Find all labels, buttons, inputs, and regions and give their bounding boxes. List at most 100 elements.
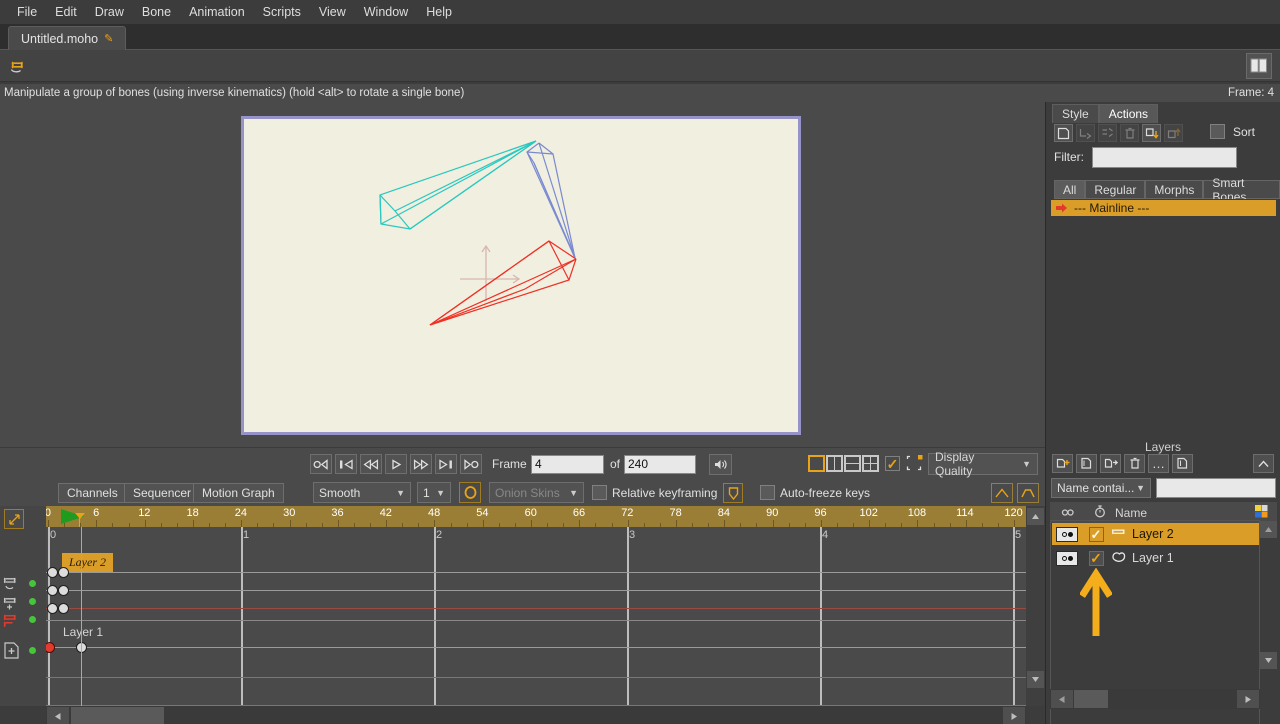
scroll-up-button[interactable]	[1027, 508, 1044, 525]
layer-enable-checkbox[interactable]: ✓	[1088, 550, 1104, 566]
track-label-layer1[interactable]: Layer 1	[63, 625, 103, 639]
list-item-mainline[interactable]: --- Mainline ---	[1051, 200, 1276, 216]
keyframe-marker[interactable]	[47, 603, 58, 614]
layer-settings-icon[interactable]	[1172, 454, 1193, 473]
layer-row-layer1[interactable]: ✓ Layer 1	[1052, 547, 1259, 569]
previous-keyframe-button[interactable]	[335, 454, 357, 474]
layers-hscrollbar[interactable]	[1050, 689, 1260, 709]
triangle-ease-icon[interactable]	[991, 483, 1013, 503]
onion-skins-dropdown[interactable]: Onion Skins ▼	[489, 482, 584, 503]
layer-search-mode-dropdown[interactable]: Name contai... ▼	[1051, 478, 1151, 498]
sort-checkbox[interactable]	[1210, 124, 1225, 139]
scroll-left-button[interactable]	[47, 707, 69, 724]
show-view-checkbox[interactable]: ✓	[885, 456, 900, 471]
copy-frame-up-icon[interactable]	[1164, 124, 1183, 142]
trapezoid-ease-icon[interactable]	[1017, 483, 1039, 503]
layer-visibility-toggle[interactable]	[1056, 550, 1078, 566]
menu-file[interactable]: File	[8, 1, 46, 23]
menu-scripts[interactable]: Scripts	[254, 1, 310, 23]
layers-scroll-down-button[interactable]	[1260, 652, 1277, 669]
bone-red-icon[interactable]	[2, 612, 22, 635]
eye-icon[interactable]	[1050, 506, 1085, 520]
scroll-right-button[interactable]	[1003, 707, 1025, 724]
canvas-viewport[interactable]	[0, 102, 1045, 447]
speaker-icon[interactable]	[709, 453, 732, 475]
scroll-down-button[interactable]	[1027, 671, 1044, 688]
interpolation-dropdown[interactable]: Smooth ▼	[313, 482, 411, 503]
relative-keyframing-checkbox[interactable]	[592, 485, 607, 500]
layer-enable-checkbox[interactable]: ✓	[1088, 526, 1104, 542]
shield-icon[interactable]	[723, 483, 743, 503]
timeline-playhead[interactable]	[81, 527, 82, 706]
insert-action-icon[interactable]	[1098, 124, 1117, 142]
cycle-icon[interactable]	[459, 482, 481, 503]
more-options-icon[interactable]: …	[1148, 454, 1169, 473]
filter-input[interactable]	[1092, 147, 1237, 168]
copy-frame-down-icon[interactable]	[1142, 124, 1161, 142]
track-label-layer2[interactable]: Layer 2	[62, 553, 113, 572]
tab-sequencer[interactable]: Sequencer	[124, 483, 201, 503]
go-to-end-button[interactable]	[460, 454, 482, 474]
tab-style[interactable]: Style	[1052, 104, 1099, 123]
menu-window[interactable]: Window	[355, 1, 417, 23]
step-forward-button[interactable]	[410, 454, 432, 474]
new-layer-icon[interactable]	[1052, 454, 1073, 473]
category-morphs[interactable]: Morphs	[1145, 180, 1204, 199]
layer-transform-icon[interactable]	[3, 641, 21, 664]
layers-scroll-up-button[interactable]	[1260, 521, 1277, 538]
interp-value-dropdown[interactable]: 1 ▼	[417, 482, 451, 503]
menu-animation[interactable]: Animation	[180, 1, 254, 23]
menu-view[interactable]: View	[310, 1, 355, 23]
channel-enable-dot[interactable]	[29, 616, 36, 623]
delete-action-icon[interactable]	[1120, 124, 1139, 142]
layer-row-layer2[interactable]: ✓ Layer 2	[1052, 523, 1259, 545]
keyframe-marker-red[interactable]	[46, 642, 55, 653]
timeline-ruler[interactable]: 0 6 12 18 24 30 36 42 48 54 60 66 72 78 84 90 96 102 108 11…	[46, 506, 1026, 527]
scroll-thumb[interactable]	[71, 707, 164, 724]
channel-enable-dot[interactable]	[29, 647, 36, 654]
chevron-up-icon[interactable]	[1253, 454, 1274, 473]
tab-untitled-moho[interactable]: Untitled.moho ✎	[8, 26, 127, 50]
keyframe-marker[interactable]	[58, 585, 69, 596]
new-group-layer-icon[interactable]	[1100, 454, 1121, 473]
tab-channels[interactable]: Channels	[58, 483, 127, 503]
auto-freeze-keys-checkbox[interactable]	[760, 485, 775, 500]
view-layout-single[interactable]	[808, 455, 825, 472]
project-canvas[interactable]	[241, 116, 801, 435]
bounding-box-icon[interactable]	[906, 455, 923, 475]
reference-book-icon[interactable]	[1246, 53, 1272, 79]
rewind-to-start-button[interactable]	[310, 454, 332, 474]
scroll-left-button[interactable]	[1051, 690, 1073, 708]
menu-bone[interactable]: Bone	[133, 1, 180, 23]
channel-enable-dot[interactable]	[29, 598, 36, 605]
manipulate-bones-icon[interactable]	[6, 53, 32, 79]
delete-layer-icon[interactable]	[1124, 454, 1145, 473]
total-frames-input[interactable]: 240	[624, 454, 696, 474]
tab-motion-graph[interactable]: Motion Graph	[193, 483, 284, 503]
menu-draw[interactable]: Draw	[86, 1, 133, 23]
category-regular[interactable]: Regular	[1085, 180, 1146, 199]
keyframe-marker[interactable]	[58, 603, 69, 614]
layer-visibility-toggle[interactable]	[1056, 526, 1078, 542]
frame-input[interactable]: 4	[531, 454, 604, 474]
display-quality-dropdown[interactable]: Display Quality ▼	[928, 450, 1038, 478]
view-layout-two-pane[interactable]	[826, 455, 843, 472]
timeline-hscrollbar[interactable]	[46, 706, 1026, 724]
stopwatch-icon[interactable]	[1085, 504, 1115, 521]
scroll-right-button[interactable]	[1237, 690, 1259, 708]
view-layout-quad[interactable]	[862, 455, 879, 472]
category-smart-bones[interactable]: Smart Bones	[1203, 176, 1280, 204]
tab-actions[interactable]: Actions	[1098, 104, 1159, 123]
expand-arrows-icon[interactable]	[4, 509, 24, 529]
menu-help[interactable]: Help	[417, 1, 461, 23]
next-keyframe-button[interactable]	[435, 454, 457, 474]
view-layout-stacked[interactable]	[844, 455, 861, 472]
color-swatch-icon[interactable]	[1255, 504, 1277, 521]
playhead-handle[interactable]	[74, 512, 86, 520]
new-action-icon[interactable]	[1054, 124, 1073, 142]
timeline-vscrollbar[interactable]	[1026, 506, 1045, 706]
duplicate-layer-icon[interactable]	[1076, 454, 1097, 473]
menu-edit[interactable]: Edit	[46, 1, 86, 23]
timeline-channel-area[interactable]: 0 1 2 3 4 5 Layer 2 Layer 1	[46, 527, 1026, 706]
scroll-thumb[interactable]	[1074, 690, 1108, 708]
